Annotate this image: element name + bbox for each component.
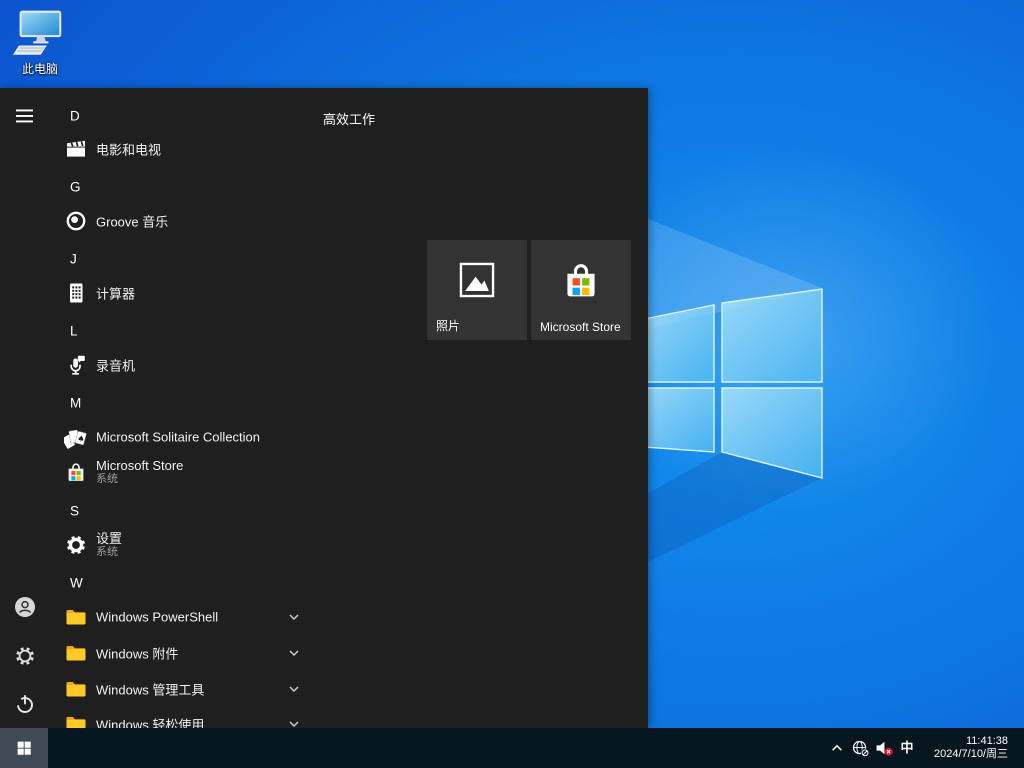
app-item-text: 设置系统 bbox=[96, 531, 122, 559]
section-letter: W bbox=[70, 576, 83, 591]
calculator-icon bbox=[64, 281, 88, 305]
app-item-label: 设置 bbox=[96, 531, 122, 546]
store-icon bbox=[64, 460, 88, 484]
chevron-down-icon[interactable] bbox=[286, 609, 302, 625]
start-button[interactable] bbox=[0, 728, 48, 768]
app-item-sublabel: 系统 bbox=[96, 473, 183, 486]
chevron-down-icon[interactable] bbox=[286, 681, 302, 697]
app-list-section-w[interactable]: W bbox=[0, 564, 324, 602]
tile-microsoft-store[interactable]: Microsoft Store bbox=[531, 240, 631, 340]
photos-icon bbox=[455, 258, 499, 302]
folder-icon bbox=[64, 712, 88, 728]
app-item-label: Groove 音乐 bbox=[96, 212, 168, 231]
clock-time: 11:41:38 bbox=[912, 735, 1008, 749]
volume-tray-button[interactable] bbox=[872, 728, 896, 768]
start-menu: D 电影和电视 G Groove 音乐 J 计算器 L 录音机 M ♠ Microsoft Soli… bbox=[0, 88, 648, 728]
folder-item-label: Windows 附件 bbox=[96, 644, 178, 663]
store-tile-icon bbox=[559, 258, 603, 302]
app-item-label: 录音机 bbox=[96, 356, 135, 375]
app-item-movies-tv[interactable]: 电影和电视 bbox=[0, 132, 324, 166]
app-item-text: Microsoft Store系统 bbox=[96, 458, 183, 486]
app-item-label: 电影和电视 bbox=[96, 140, 161, 159]
folder-item-windows-powershell[interactable]: Windows PowerShell bbox=[0, 600, 324, 634]
app-list-section-d[interactable]: D bbox=[0, 97, 324, 135]
clock[interactable]: 11:41:38 2024/7/10/周三 bbox=[912, 728, 1008, 768]
tile-label: Microsoft Store bbox=[540, 320, 621, 334]
taskbar: 中 11:41:38 2024/7/10/周三 bbox=[0, 728, 1024, 768]
folder-icon bbox=[64, 641, 88, 665]
section-letter: M bbox=[70, 396, 81, 411]
tile-label: 照片 bbox=[436, 317, 460, 334]
app-list-section-l[interactable]: L bbox=[0, 312, 324, 350]
clock-date: 2024/7/10/周三 bbox=[912, 748, 1008, 762]
folder-item-windows-admin-tools[interactable]: Windows 管理工具 bbox=[0, 672, 324, 706]
desktop-icon-this-pc[interactable]: 此电脑 bbox=[8, 10, 72, 77]
solitaire-icon: ♠ bbox=[64, 425, 88, 449]
svg-text:♠: ♠ bbox=[76, 434, 85, 445]
chevron-down-icon[interactable] bbox=[286, 716, 302, 728]
app-list-section-m[interactable]: M bbox=[0, 384, 324, 422]
folder-item-label: Windows 管理工具 bbox=[96, 680, 204, 699]
folder-item-windows-accessories[interactable]: Windows 附件 bbox=[0, 636, 324, 670]
folder-item-label: Windows 轻松使用 bbox=[96, 715, 204, 729]
app-list-section-g[interactable]: G bbox=[0, 168, 324, 206]
movies-tv-icon bbox=[64, 137, 88, 161]
chevron-down-icon[interactable] bbox=[286, 645, 302, 661]
tile-group-title: 高效工作 bbox=[323, 109, 375, 128]
app-item-sublabel: 系统 bbox=[96, 546, 122, 559]
section-letter: G bbox=[70, 180, 81, 195]
tile-photos[interactable]: 照片 bbox=[427, 240, 527, 340]
tray-expand-button[interactable] bbox=[826, 728, 848, 768]
app-item-label: Microsoft Store bbox=[96, 458, 183, 473]
section-letter: J bbox=[70, 252, 77, 267]
app-item-label: Microsoft Solitaire Collection bbox=[96, 430, 260, 445]
app-item-label: 计算器 bbox=[96, 284, 135, 303]
folder-icon bbox=[64, 605, 88, 629]
folder-icon bbox=[64, 677, 88, 701]
network-tray-button[interactable] bbox=[848, 728, 872, 768]
app-item-groove-music[interactable]: Groove 音乐 bbox=[0, 204, 324, 238]
app-list-section-j[interactable]: J bbox=[0, 240, 324, 278]
section-letter: L bbox=[70, 324, 78, 339]
section-letter: S bbox=[70, 504, 79, 519]
app-item-microsoft-store[interactable]: Microsoft Store系统 bbox=[0, 449, 324, 495]
app-item-settings[interactable]: 设置系统 bbox=[0, 522, 324, 568]
folder-item-label: Windows PowerShell bbox=[96, 610, 218, 625]
app-item-calculator[interactable]: 计算器 bbox=[0, 276, 324, 310]
app-item-voice-recorder[interactable]: 录音机 bbox=[0, 348, 324, 382]
section-letter: D bbox=[70, 109, 80, 124]
start-app-list: D 电影和电视 G Groove 音乐 J 计算器 L 录音机 M ♠ Microsoft Soli… bbox=[0, 88, 324, 728]
groove-icon bbox=[64, 209, 88, 233]
screen: 此电脑 D 电影和电视 G Groove 音乐 J 计算器 L 录音机 M ♠ Microsoft … bbox=[0, 0, 1024, 768]
desktop-icon-label: 此电脑 bbox=[8, 60, 72, 77]
gear-filled-icon bbox=[64, 533, 88, 557]
folder-item-windows-ease-of-access[interactable]: Windows 轻松使用 bbox=[0, 707, 324, 728]
recorder-icon bbox=[64, 353, 88, 377]
this-pc-icon bbox=[13, 10, 67, 58]
tile-group: 照片 Microsoft Store bbox=[427, 240, 635, 342]
